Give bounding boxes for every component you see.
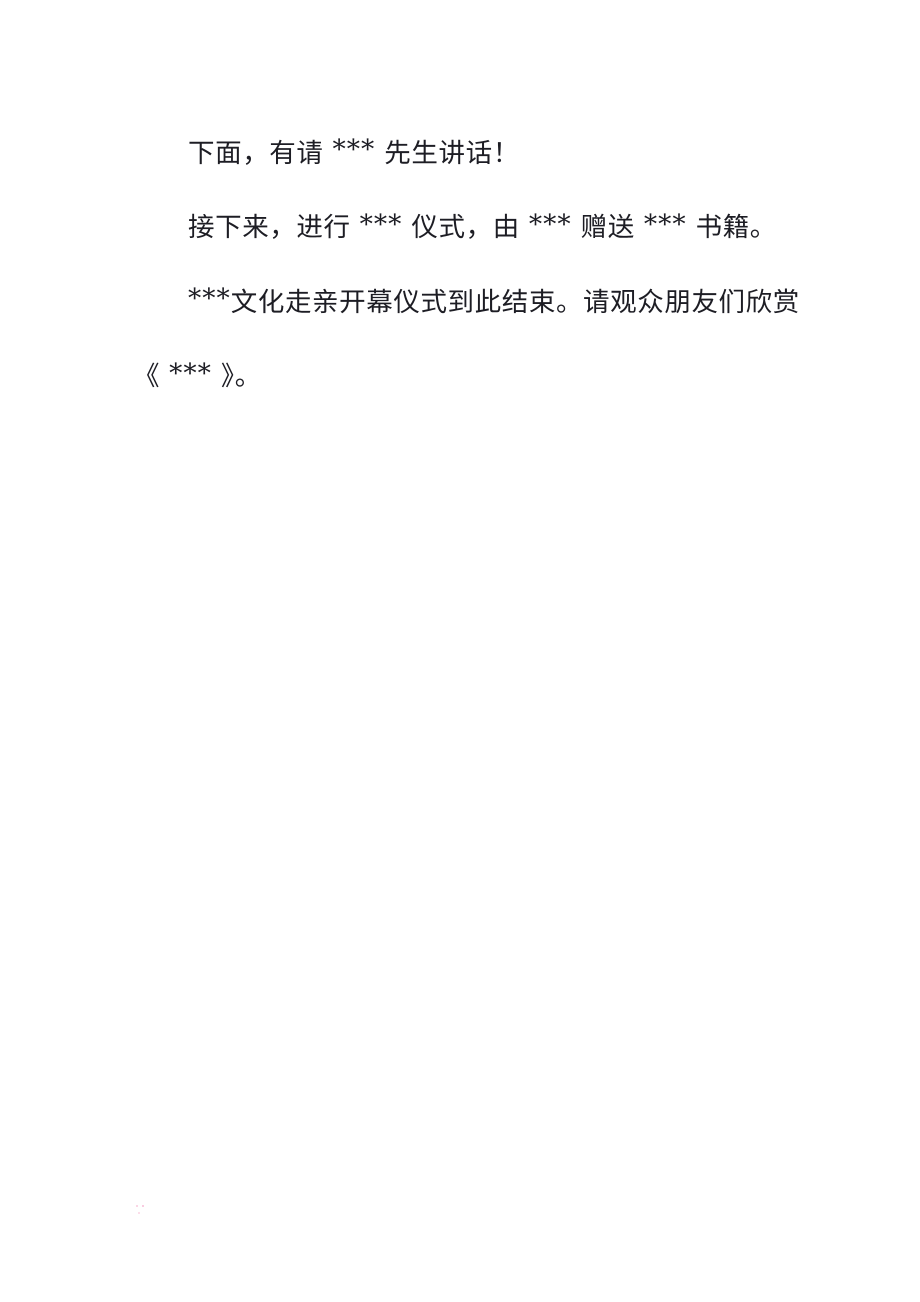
line-2-redaction-2: ***	[528, 208, 572, 240]
line-2-text-3: 赠送	[571, 212, 644, 243]
scan-speck-artifact	[138, 1212, 140, 1214]
line-3-text-1: 文化走亲开幕仪式到此结束。请观众朋友们欣赏	[230, 286, 800, 318]
line-1-redaction-1: ***	[332, 134, 376, 166]
document-text-block: 下面，有请 *** 先生讲话！ 接下来，进行 *** 仪式，由 *** 赠送 *…	[133, 103, 799, 428]
line-1-text-before: 下面，有请	[188, 137, 333, 169]
document-page: 下面，有请 *** 先生讲话！ 接下来，进行 *** 仪式，由 *** 赠送 *…	[0, 0, 920, 1302]
scan-speck-artifact	[142, 1205, 144, 1207]
line-4-redaction-1: ***	[169, 357, 212, 389]
line-2-text-2: 仪式，由	[402, 212, 529, 243]
line-2-text-4: 书籍。	[686, 212, 777, 243]
line-4-close-bracket: 》。	[211, 361, 262, 392]
scan-speck-artifact	[136, 1205, 138, 1207]
line-1-text-after: 先生讲话！	[375, 137, 520, 169]
line-3-redaction-1: ***	[188, 283, 231, 315]
paragraph-line-1: 下面，有请 *** 先生讲话！	[133, 130, 793, 178]
paragraph-line-4: 《 *** 》。	[133, 353, 793, 401]
line-2-text-1: 接下来，进行	[188, 212, 360, 243]
paragraph-line-2: 接下来，进行 *** 仪式，由 *** 赠送 *** 书籍。	[133, 204, 793, 252]
line-2-redaction-1: ***	[359, 208, 403, 240]
paragraph-line-3: ***文化走亲开幕仪式到此结束。请观众朋友们欣赏	[133, 279, 799, 327]
line-2-redaction-3: ***	[643, 208, 687, 240]
line-4-open-bracket: 《	[133, 361, 170, 392]
